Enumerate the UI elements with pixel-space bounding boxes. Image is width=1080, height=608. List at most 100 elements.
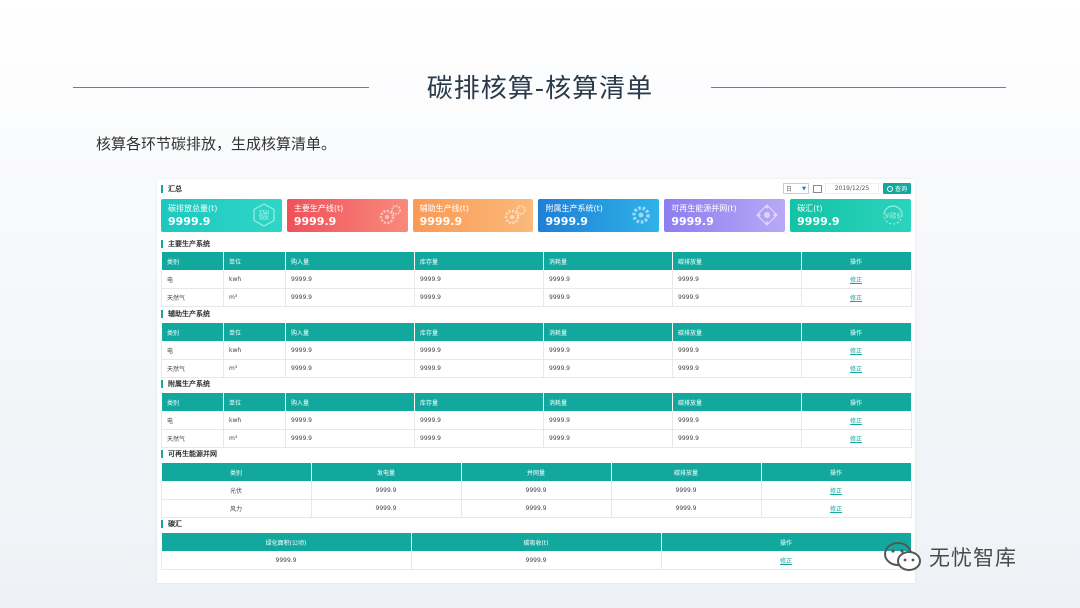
table-cell: 9999.9 <box>461 499 612 518</box>
column-header: 单位 <box>223 322 286 342</box>
table-cell: m³ <box>223 359 286 378</box>
table-cell: 光伏 <box>161 481 312 500</box>
section-heading: 辅助生产系统 <box>161 309 210 319</box>
period-select[interactable]: 日 ▼ <box>782 183 809 194</box>
table-row: 电 kwh 9999.9 9999.9 9999.9 9999.9 修正 <box>161 341 912 360</box>
table-cell: 天然气 <box>161 288 224 307</box>
table-cell: 9999.9 <box>543 288 673 307</box>
table-cell: 9999.9 <box>285 288 415 307</box>
table-cell: 9999.9 <box>543 359 673 378</box>
section-heading: 碳汇 <box>161 519 182 529</box>
carbon-sink-table: 绿化面积(公顷) 碳吸收(t) 操作 9999.9 9999.9 修正 <box>161 532 912 570</box>
table-header-row: 类别 单位 购入量 库存量 消耗量 碳排放量 操作 <box>161 392 912 412</box>
column-header: 库存量 <box>414 251 544 271</box>
table-cell: 9999.9 <box>461 481 612 500</box>
search-icon <box>886 185 893 192</box>
table-cell: 9999.9 <box>543 270 673 289</box>
correct-link[interactable]: 修正 <box>850 295 862 302</box>
correct-link[interactable]: 修正 <box>850 418 862 425</box>
gears-icon <box>505 205 527 225</box>
card-main-line[interactable]: 主要生产线(t) 9999.9 <box>286 199 408 232</box>
action-cell: 修正 <box>761 499 912 518</box>
card-ancillary-system[interactable]: 附属生产系统(t) 9999.9 <box>538 199 660 232</box>
card-label: 附属生产系统(t) <box>545 204 603 213</box>
correct-link[interactable]: 修正 <box>780 558 792 565</box>
table-header-row: 类别 发电量 并网量 碳排放量 操作 <box>161 462 912 482</box>
column-header: 库存量 <box>414 322 544 342</box>
table-cell: 9999.9 <box>285 411 415 430</box>
table-header-row: 类别 单位 购入量 库存量 消耗量 碳排放量 操作 <box>161 322 912 342</box>
column-header: 单位 <box>223 392 286 412</box>
card-value: 9999.9 <box>797 215 840 228</box>
dashboard-panel: 汇总 日 ▼ 2019/12/25 查询 碳排放总量(t) 9999.9 碳 主… <box>157 179 915 583</box>
column-header: 绿化面积(公顷) <box>161 532 412 552</box>
column-header: 消耗量 <box>543 251 673 271</box>
card-renewable-grid[interactable]: 可再生能源并网(t) 9999.9 <box>664 199 786 232</box>
table-cell: 9999.9 <box>411 551 662 570</box>
column-header: 库存量 <box>414 392 544 412</box>
correct-link[interactable]: 修正 <box>830 506 842 513</box>
query-button[interactable]: 查询 <box>882 183 911 194</box>
table-cell: 电 <box>161 270 224 289</box>
table-cell: 9999.9 <box>672 341 802 360</box>
column-header: 消耗量 <box>543 322 673 342</box>
table-cell: kwh <box>223 411 286 430</box>
period-select-value: 日 <box>785 186 792 193</box>
table-cell: 9999.9 <box>285 341 415 360</box>
column-header: 类别 <box>161 322 224 342</box>
carbon-sink-icon: ¥碳$ <box>883 205 903 225</box>
slide-title: 碳排核算-核算清单 <box>426 74 654 104</box>
title-divider-right <box>711 87 1006 88</box>
table-cell: 天然气 <box>161 359 224 378</box>
table-row: 天然气 m³ 9999.9 9999.9 9999.9 9999.9 修正 <box>161 429 912 448</box>
column-header: 操作 <box>801 322 912 342</box>
table-row: 电 kwh 9999.9 9999.9 9999.9 9999.9 修正 <box>161 411 912 430</box>
table-cell: 9999.9 <box>672 429 802 448</box>
correct-link[interactable]: 修正 <box>850 436 862 443</box>
table-cell: kwh <box>223 270 286 289</box>
slide-title-area: 碳排核算-核算清单 <box>0 60 1080 110</box>
table-cell: 9999.9 <box>414 411 544 430</box>
table-cell: 9999.9 <box>672 288 802 307</box>
correct-link[interactable]: 修正 <box>850 366 862 373</box>
section-marker <box>161 380 163 388</box>
table-row: 天然气 m³ 9999.9 9999.9 9999.9 9999.9 修正 <box>161 359 912 378</box>
card-carbon-sink[interactable]: 碳汇(t) 9999.9 ¥碳$ <box>790 199 911 232</box>
ancillary-system-table: 类别 单位 购入量 库存量 消耗量 碳排放量 操作 电 kwh 9999.9 9… <box>161 392 912 448</box>
table-cell: 9999.9 <box>285 429 415 448</box>
card-total-emission[interactable]: 碳排放总量(t) 9999.9 碳 <box>161 199 282 232</box>
column-header: 单位 <box>223 251 286 271</box>
column-header: 碳排放量 <box>672 251 802 271</box>
column-header: 发电量 <box>311 462 462 482</box>
table-header-row: 绿化面积(公顷) 碳吸收(t) 操作 <box>161 532 912 552</box>
table-cell: kwh <box>223 341 286 360</box>
card-label: 主要生产线(t) <box>293 204 344 213</box>
card-value: 9999.9 <box>419 215 463 228</box>
table-cell: 9999.9 <box>611 481 762 500</box>
table-cell: 9999.9 <box>543 411 673 430</box>
network-icon <box>756 204 778 226</box>
section-marker <box>161 520 163 528</box>
table-cell: 9999.9 <box>311 499 462 518</box>
table-cell: 9999.9 <box>285 270 415 289</box>
column-header: 类别 <box>161 462 312 482</box>
column-header: 碳吸收(t) <box>411 532 662 552</box>
correct-link[interactable]: 修正 <box>830 488 842 495</box>
table-cell: 9999.9 <box>611 499 762 518</box>
svg-text:碳: 碳 <box>258 208 269 222</box>
correct-link[interactable]: 修正 <box>850 277 862 284</box>
chevron-down-icon: ▼ <box>802 185 806 192</box>
correct-link[interactable]: 修正 <box>850 348 862 355</box>
card-value: 9999.9 <box>545 215 588 228</box>
date-picker[interactable]: 2019/12/25 <box>812 183 879 194</box>
action-cell: 修正 <box>801 429 912 448</box>
table-row: 天然气 m³ 9999.9 9999.9 9999.9 9999.9 修正 <box>161 288 912 307</box>
card-aux-line[interactable]: 辅助生产线(t) 9999.9 <box>412 199 534 232</box>
action-cell: 修正 <box>801 359 912 378</box>
table-header-row: 类别 单位 购入量 库存量 消耗量 碳排放量 操作 <box>161 251 912 271</box>
gears-icon <box>379 205 401 225</box>
card-value: 9999.9 <box>671 215 714 228</box>
date-value: 2019/12/25 <box>824 183 879 194</box>
table-cell: 天然气 <box>161 429 224 448</box>
table-cell: 9999.9 <box>161 551 412 570</box>
